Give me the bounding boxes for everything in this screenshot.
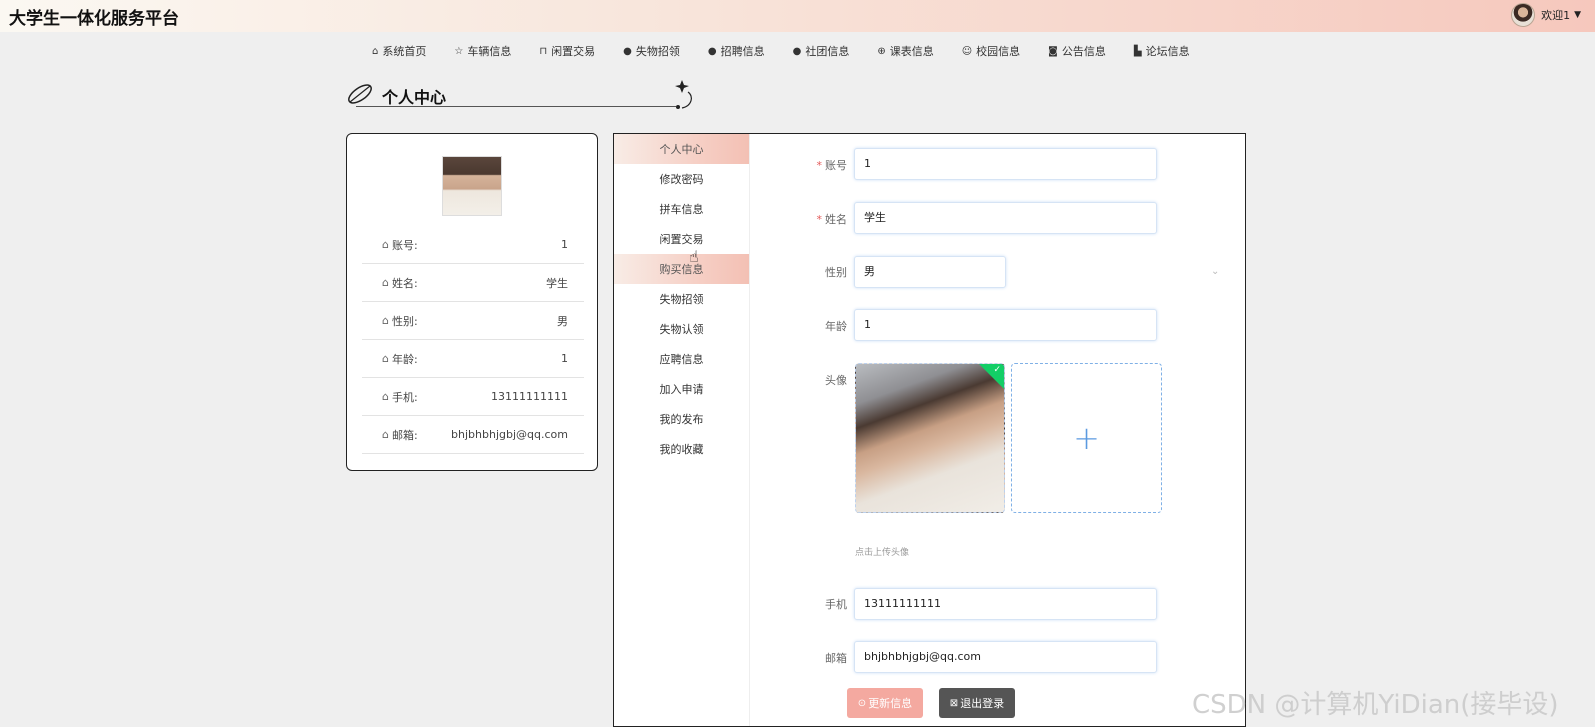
menu-item-my-posts[interactable]: 我的发布 <box>614 404 749 434</box>
gender-label: 性别 <box>825 266 847 279</box>
account-label: * 账号 <box>816 159 848 172</box>
avatar-upload-button[interactable]: + <box>1011 363 1162 513</box>
question-icon: ● <box>707 45 717 57</box>
home-icon: ⌂ <box>382 238 389 251</box>
menu-item-join-requests[interactable]: 加入申请 <box>614 374 749 404</box>
menu-item-favorites[interactable]: 我的收藏 <box>614 434 749 464</box>
camera-icon: ◙ <box>1048 45 1058 57</box>
menu-item-personal-center[interactable]: 个人中心 <box>614 134 749 164</box>
profile-row-name: ⌂ 姓名: 学生 <box>362 264 584 302</box>
info-icon: ● <box>792 45 802 57</box>
nav-item-home[interactable]: ⌂ 系统首页 <box>372 43 426 59</box>
menu-item-carpool[interactable]: 拼车信息 <box>614 194 749 224</box>
home-icon: ⌂ <box>382 428 389 441</box>
plus-icon: + <box>1073 419 1100 457</box>
leaf-icon <box>348 84 372 104</box>
sparkle-icon <box>675 80 692 109</box>
upload-success-badge <box>978 364 1004 392</box>
section-underline <box>356 106 676 107</box>
logout-button[interactable]: ⊠ 退出登录 <box>939 688 1015 718</box>
nav-item-schedule[interactable]: ⊕ 课表信息 <box>877 43 933 59</box>
gender-select[interactable]: 男 <box>854 256 1006 288</box>
nav-item-forum[interactable]: ▙ 论坛信息 <box>1134 43 1190 59</box>
side-menu: 个人中心 修改密码 拼车信息 闲置交易 购买信息 失物招领 失物认领 应聘信息 … <box>614 134 750 726</box>
smile-icon: ☺ <box>961 45 973 57</box>
user-avatar[interactable] <box>1511 3 1536 27</box>
main-nav: ⌂ 系统首页 ☆ 车辆信息 ⊓ 闲置交易 ● 失物招领 ● 招聘信息 ● 社团信息 ⊕ 课表信… <box>372 40 1218 62</box>
phone-field[interactable]: 13111111111 <box>854 588 1157 620</box>
check-circle-icon: ⊙ <box>857 697 867 709</box>
nav-item-campus[interactable]: ☺ 校园信息 <box>962 43 1020 59</box>
user-menu[interactable]: 欢迎1 ▼ <box>1511 1 1581 29</box>
menu-item-lost-found[interactable]: 失物招领 <box>614 284 749 314</box>
watermark: CSDN @计算机YiDian(接毕设) <box>1192 690 1559 720</box>
star-icon: ☆ <box>454 45 464 57</box>
home-icon: ⌂ <box>372 45 379 57</box>
globe-icon: ⊕ <box>877 45 886 57</box>
profile-row-email: ⌂ 邮箱: bhjbhbhjgbj@qq.com <box>362 416 584 454</box>
account-field[interactable]: 1 <box>854 148 1157 180</box>
home-icon: ⌂ <box>382 390 389 403</box>
nav-item-notices[interactable]: ◙ 公告信息 <box>1048 43 1106 59</box>
welcome-text[interactable]: 欢迎1 <box>1541 7 1570 23</box>
upload-hint: 点击上传头像 <box>855 548 910 558</box>
close-box-icon: ⊠ <box>949 697 959 709</box>
section-header: 个人中心 <box>346 78 706 112</box>
home-icon: ⌂ <box>382 276 389 289</box>
top-header: 大学生一体化服务平台 欢迎1 ▼ <box>0 0 1595 32</box>
menu-item-idle-trade[interactable]: 闲置交易 <box>614 224 749 254</box>
age-label: 年龄 <box>825 320 847 333</box>
nav-item-clubs[interactable]: ● 社团信息 <box>793 43 850 59</box>
email-field[interactable]: bhjbhbhjgbj@qq.com <box>854 641 1157 673</box>
nav-item-lost-found[interactable]: ● 失物招领 <box>623 43 680 59</box>
profile-card: ⌂ 账号: 1 ⌂ 姓名: 学生 ⌂ 性别: 男 ⌂ 年龄: 1 ⌂ 手机: 131111… <box>346 133 598 471</box>
pointer-cursor-icon: ☝ <box>689 247 699 266</box>
menu-item-change-password[interactable]: 修改密码 <box>614 164 749 194</box>
menu-item-applications[interactable]: 应聘信息 <box>614 344 749 374</box>
nav-item-jobs[interactable]: ● 招聘信息 <box>708 43 765 59</box>
email-label: 邮箱 <box>825 652 847 665</box>
site-title: 大学生一体化服务平台 <box>9 9 179 29</box>
profile-row-age: ⌂ 年龄: 1 <box>362 340 584 378</box>
nav-item-vehicles[interactable]: ☆ 车辆信息 <box>454 43 511 59</box>
caret-down-icon[interactable]: ▼ <box>1574 10 1581 20</box>
update-info-button[interactable]: ⊙ 更新信息 <box>847 688 923 718</box>
info-icon: ● <box>623 45 632 57</box>
avatar-preview-image[interactable]: ✓ <box>855 363 1005 513</box>
profile-row-gender: ⌂ 性别: 男 <box>362 302 584 340</box>
home-icon: ⌂ <box>382 314 389 327</box>
section-title: 个人中心 <box>382 88 447 107</box>
name-label: * 姓名 <box>816 213 848 226</box>
menu-item-purchases[interactable]: 购买信息 <box>614 254 749 284</box>
check-icon: ✓ <box>993 365 1001 375</box>
bag-icon: ⊓ <box>539 45 548 57</box>
cake-icon: ▙ <box>1133 45 1142 57</box>
chevron-down-icon[interactable]: ⌄ <box>1211 266 1219 277</box>
profile-row-account: ⌂ 账号: 1 <box>362 226 584 264</box>
avatar-label: 头像 <box>825 374 847 387</box>
profile-row-phone: ⌂ 手机: 13111111111 <box>362 378 584 416</box>
profile-avatar <box>442 156 502 216</box>
age-field[interactable]: 1 <box>854 309 1157 341</box>
name-field[interactable]: 学生 <box>854 202 1157 234</box>
menu-item-lost-claim[interactable]: 失物认领 <box>614 314 749 344</box>
nav-item-idle-trade[interactable]: ⊓ 闲置交易 <box>539 43 595 59</box>
phone-label: 手机 <box>825 598 847 611</box>
home-icon: ⌂ <box>382 352 389 365</box>
